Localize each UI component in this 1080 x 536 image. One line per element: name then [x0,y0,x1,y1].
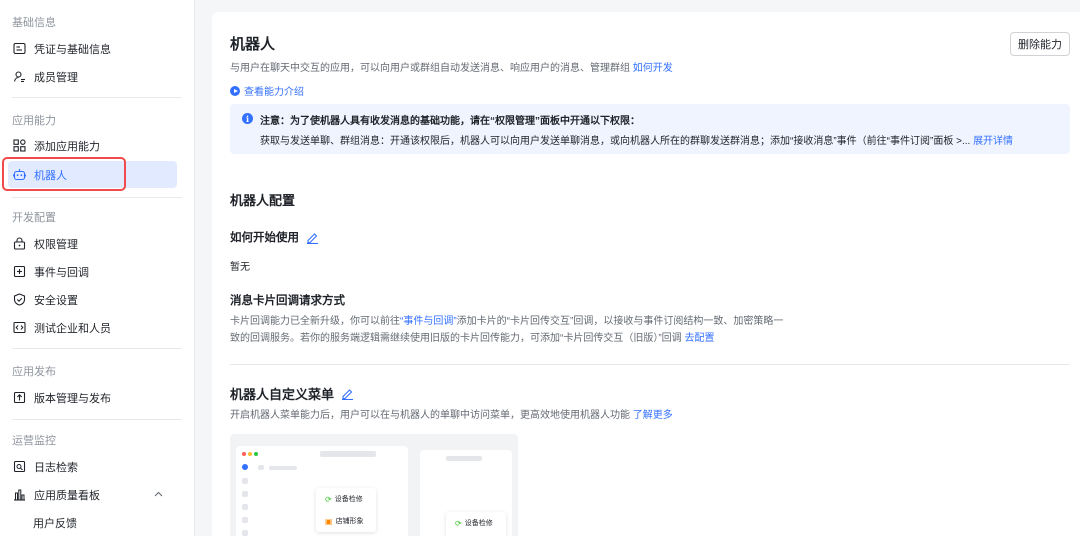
divider [12,197,182,198]
sidebar-item-add-capability[interactable]: 添加应用能力 [8,132,177,159]
shield-icon [12,293,26,307]
how-to-develop-link[interactable]: 如何开发 [633,63,673,74]
section-title-dev: 开发配置 [12,212,56,224]
member-icon [12,70,26,84]
chevron-up-icon[interactable] [154,489,163,500]
notice-title: 注意：为了使机器人具有收发消息的基础功能，请在“权限管理”面板中开通以下权限： [260,116,640,127]
sidebar-item-label: 权限管理 [34,238,78,251]
view-intro-link[interactable]: 查看能力介绍 [230,83,304,98]
event-icon [12,265,26,279]
sidebar-item-label: 日志检索 [34,461,78,474]
preview-menu-desktop: ⟳ 设备检修 ▣ 店铺形象 [316,488,376,532]
play-icon [230,85,240,96]
sidebar-item-label: 版本管理与发布 [34,392,111,405]
code-icon [12,321,26,335]
sidebar-item-permissions[interactable]: 权限管理 [8,230,177,257]
main-content: 机器人 删除能力 与用户在聊天中交互的应用，可以向用户或群组自动发送消息、响应用… [212,12,1080,536]
preview-menu-mobile: ⟳设备检修 ▣店铺形象 [446,512,506,536]
sidebar-item-label: 安全设置 [34,294,78,307]
id-card-icon [12,42,26,56]
para-text: 致的回调服务。若你的服务端逻辑需继续使用旧版的卡片回传能力，可添加“卡片回传交互… [230,333,682,344]
card-callback-para-1: 卡片回调能力已全新升级，你可以前往“事件与回调”添加卡片的“卡片回传交互”回调，… [230,313,783,330]
edit-icon[interactable] [341,387,354,400]
sidebar-item-label: 凭证与基础信息 [34,43,111,56]
divider [12,348,182,349]
page-title: 机器人 [230,36,276,53]
page-description: 与用户在聊天中交互的应用，可以向用户或群组自动发送消息、响应用户的消息、管理群组… [230,59,673,74]
preview-menu-label: 店铺形象 [335,518,364,525]
lock-icon [12,237,26,251]
sidebar-item-security[interactable]: 安全设置 [8,286,177,313]
log-search-icon [12,460,26,474]
upload-icon [12,391,26,405]
para-text: 卡片回调能力已全新升级，你可以前往 [230,316,400,327]
mobile-window: ⟳设备检修 ▣店铺形象 [420,450,512,536]
preview-menu-item: ▣店铺形象 [316,510,376,532]
store-icon: ▣ [325,516,333,526]
section-title-capability: 应用能力 [12,115,56,127]
sidebar-item-label: 测试企业和人员 [34,322,111,335]
preview-menu-item: ⟳ 设备检修 [446,512,506,534]
divider [230,364,1070,365]
repair-icon: ⟳ [455,518,462,528]
bot-config-heading: 机器人配置 [230,193,296,208]
custom-menu-heading-text: 机器人自定义菜单 [230,387,335,402]
section-title-basic: 基础信息 [12,17,56,29]
sidebar-item-credentials[interactable]: 凭证与基础信息 [8,35,177,62]
card-callback-para-2: 致的回调服务。若你的服务端逻辑需继续使用旧版的卡片回传能力，可添加“卡片回传交互… [230,330,714,347]
delete-capability-button[interactable]: 删除能力 [1010,32,1070,56]
card-callback-heading: 消息卡片回调请求方式 [230,295,345,307]
events-callback-link[interactable]: “事件与回调” [400,316,457,327]
sidebar-item-user-feedback[interactable]: 用户反馈 [8,509,177,536]
highlight-box [2,157,126,191]
preview-menu-label: 设备检修 [464,520,493,527]
para-text: 开启机器人菜单能力后，用户可以在与机器人的单聊中访问菜单，更高效地使用机器人功能 [230,410,630,421]
preview-menu-item: ⟳ 设备检修 [316,488,376,510]
permission-notice: i 注意：为了使机器人具有收发消息的基础功能，请在“权限管理”面板中开通以下权限… [230,104,1070,154]
section-title-monitor: 运营监控 [12,435,56,447]
howto-heading-text: 如何开始使用 [230,232,299,244]
divider [12,97,182,98]
description-text: 与用户在聊天中交互的应用，可以向用户或群组自动发送消息、响应用户的消息、管理群组 [230,63,630,74]
sidebar-item-members[interactable]: 成员管理 [8,63,177,90]
custom-menu-heading: 机器人自定义菜单 [230,384,354,403]
sidebar-item-logs[interactable]: 日志检索 [8,453,177,480]
desktop-window: ⟳ 设备检修 ▣ 店铺形象 [236,446,408,536]
sidebar-item-test-users[interactable]: 测试企业和人员 [8,314,177,341]
preview-menu-label: 设备检修 [334,496,363,503]
go-configure-link[interactable]: 去配置 [684,333,714,344]
learn-more-link[interactable]: 了解更多 [633,410,673,421]
section-title-release: 应用发布 [12,366,56,378]
howto-value: 暂无 [230,262,250,273]
sidebar-item-events[interactable]: 事件与回调 [8,258,177,285]
menu-preview-illustration: ⟳设备检修 ▣店铺形象 ⟳设备检修 ▣店铺形象 [230,434,518,536]
sidebar-item-quality-board[interactable]: 应用质量看板 [8,481,177,508]
edit-icon[interactable] [306,231,319,244]
sidebar-item-label: 用户反馈 [33,517,77,530]
repair-icon: ⟳ [325,494,332,504]
view-intro-label: 查看能力介绍 [244,87,304,98]
chart-icon [12,488,26,502]
custom-menu-description: 开启机器人菜单能力后，用户可以在与机器人的单聊中访问菜单，更高效地使用机器人功能… [230,407,673,424]
divider [12,419,182,420]
howto-heading: 如何开始使用 [230,229,319,245]
sidebar-item-label: 应用质量看板 [34,489,100,502]
expand-details-link[interactable]: 展开详情 [973,136,1013,147]
notice-body-text: 获取与发送单聊、群组消息：开通该权限后，机器人可以向用户发送单聊消息，或向机器人… [260,136,971,147]
grid-plus-icon [12,139,26,153]
sidebar-item-versions[interactable]: 版本管理与发布 [8,384,177,411]
sidebar-item-label: 事件与回调 [34,266,89,279]
notice-body: 获取与发送单聊、群组消息：开通该权限后，机器人可以向用户发送单聊消息，或向机器人… [260,132,1013,147]
sidebar-item-label: 成员管理 [34,71,78,84]
sidebar-item-label: 添加应用能力 [34,140,100,153]
sidebar: 基础信息 凭证与基础信息 成员管理 应用能力 添加应用能力 机器人 开发配置 权… [0,0,195,536]
info-icon: i [242,113,253,124]
para-text: 添加卡片的“卡片回传交互”回调，以接收与事件订阅结构一致、加密策略一 [456,316,784,327]
